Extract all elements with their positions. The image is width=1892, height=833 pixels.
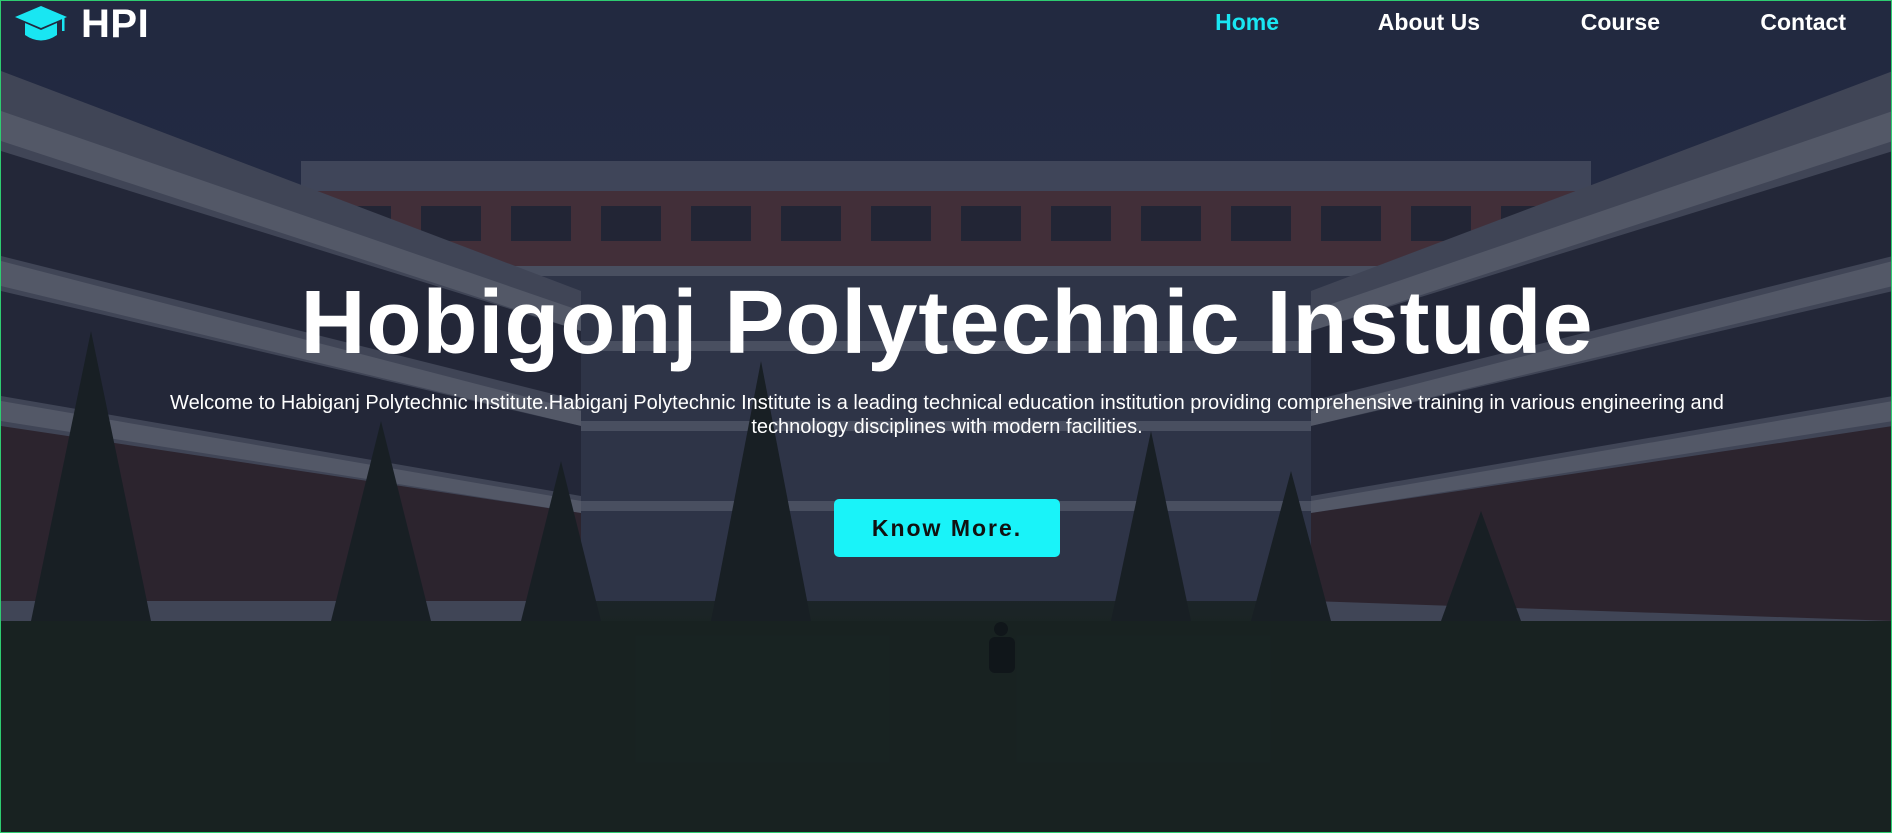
brand-name: HPI [81, 2, 150, 46]
graduation-cap-icon [15, 6, 67, 41]
hero-description: Welcome to Habiganj Polytechnic Institut… [170, 392, 1724, 438]
nav-link-home[interactable]: Home [1215, 9, 1279, 36]
nav-link-contact[interactable]: Contact [1760, 9, 1846, 36]
top-navbar: HPI Home About Us Course Contact [1, 1, 1891, 47]
know-more-button[interactable]: Know More. [834, 499, 1060, 557]
brand-logo[interactable]: HPI [15, 3, 149, 45]
hero-title: Hobigonj Polytechnic Instude [300, 273, 1594, 373]
nav-link-course[interactable]: Course [1581, 9, 1660, 36]
page-frame: HPI Home About Us Course Contact Hobigon… [0, 0, 1892, 833]
nav-link-about-us[interactable]: About Us [1378, 9, 1480, 36]
